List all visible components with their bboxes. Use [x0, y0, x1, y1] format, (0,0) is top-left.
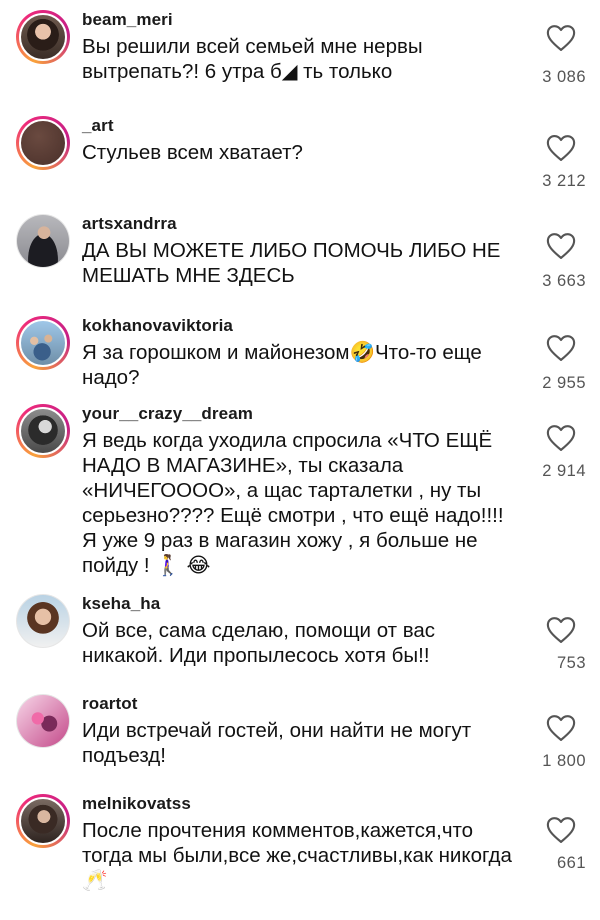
brown-circle-avatar [19, 119, 67, 167]
like-count: 753 [556, 654, 586, 672]
like-count: 3 212 [542, 172, 586, 190]
heart-icon[interactable] [546, 134, 576, 162]
comment-username[interactable]: melnikovatss [82, 794, 191, 814]
comment-username[interactable]: your__crazy__dream [82, 404, 253, 424]
like-count: 1 800 [542, 752, 586, 770]
heart-icon[interactable] [546, 714, 576, 742]
pink-art-avatar [17, 695, 69, 747]
woman-portrait-avatar [19, 797, 67, 845]
comment-username[interactable]: kseha_ha [82, 594, 160, 614]
comment-text: ДА ВЫ МОЖЕТЕ ЛИБО ПОМОЧЬ ЛИБО НЕ МЕШАТЬ … [82, 239, 501, 287]
comment-username[interactable]: _art [82, 116, 114, 136]
comment-text: Я ведь когда уходила спросила «ЧТО ЕЩЁ Н… [82, 429, 504, 577]
comments-list: beam_meri Вы решили всей семьей мне нерв… [0, 0, 600, 920]
comment-text: Вы решили всей семьей мне нервы вытрепат… [82, 35, 423, 83]
comment-username[interactable]: artsxandrra [82, 214, 177, 234]
woman-dark-hair-avatar [19, 13, 67, 61]
heart-icon[interactable] [546, 334, 576, 362]
heart-icon[interactable] [546, 616, 576, 644]
avatar-story-ring[interactable] [16, 404, 70, 458]
like-count: 661 [556, 854, 586, 872]
heart-icon[interactable] [546, 232, 576, 260]
avatar-story-ring[interactable] [16, 316, 70, 370]
avatar-frame[interactable] [16, 694, 70, 748]
comment-text: Я за горошком и майонезом🤣Что-то еще над… [82, 341, 482, 389]
heart-icon[interactable] [546, 816, 576, 844]
man-in-suit-avatar [17, 215, 69, 267]
comment-text: После прочтения комментов,кажется,что то… [82, 819, 512, 892]
heart-icon[interactable] [546, 24, 576, 52]
like-count: 3 663 [542, 272, 586, 290]
avatar-story-ring[interactable] [16, 794, 70, 848]
comment-text: Иди встречай гостей, они найти не могут … [82, 719, 472, 767]
heart-icon[interactable] [546, 424, 576, 452]
avatar-frame[interactable] [16, 594, 70, 648]
like-count: 2 914 [542, 462, 586, 480]
comment-text: Стульев всем хватает? [82, 141, 303, 164]
comment-text: Ой все, сама сделаю, помощи от вас никак… [82, 619, 436, 667]
family-photo-avatar [19, 319, 67, 367]
comment-username[interactable]: beam_meri [82, 10, 173, 30]
comment-username[interactable]: roartot [82, 694, 137, 714]
woman-bw-avatar [19, 407, 67, 455]
like-count: 3 086 [542, 68, 586, 86]
comment-username[interactable]: kokhanovaviktoria [82, 316, 233, 336]
avatar-frame[interactable] [16, 214, 70, 268]
like-count: 2 955 [542, 374, 586, 392]
smiling-woman-avatar [17, 595, 69, 647]
avatar-story-ring[interactable] [16, 116, 70, 170]
avatar-story-ring[interactable] [16, 10, 70, 64]
